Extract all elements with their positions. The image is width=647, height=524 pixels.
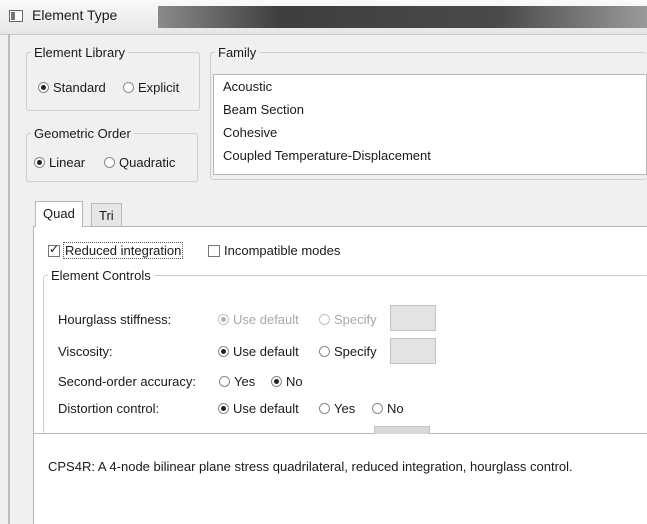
element-library-legend: Element Library (34, 45, 126, 60)
distortion-yes-label: Yes (334, 401, 356, 416)
distortion-yes-radio[interactable]: Yes (319, 401, 355, 416)
hourglass-use-default-radio[interactable]: Use default (218, 312, 299, 327)
second-order-accuracy-label: Second-order accuracy: (58, 374, 197, 389)
window-left-border (8, 34, 10, 524)
distortion-control-label: Distortion control: (58, 401, 160, 416)
element-description: CPS4R: A 4-node bilinear plane stress qu… (48, 459, 573, 474)
hourglass-specify-input[interactable] (390, 305, 436, 331)
radio-explicit-icon (123, 82, 134, 93)
radio-icon (319, 403, 330, 414)
viscosity-specify-radio[interactable]: Specify (319, 344, 377, 359)
geometric-order-legend: Geometric Order (34, 126, 131, 141)
viscosity-use-default-radio[interactable]: Use default (218, 344, 299, 359)
radio-explicit-label: Explicit (138, 80, 180, 95)
checkbox-unchecked-icon (208, 245, 220, 257)
clipped-input (374, 426, 430, 434)
family-legend: Family (218, 45, 257, 60)
tab-quad[interactable]: Quad (35, 201, 83, 227)
title-bar[interactable]: Element Type (0, 0, 647, 35)
tab-tri[interactable]: Tri (91, 203, 122, 227)
second-order-no-radio[interactable]: No (271, 374, 303, 389)
second-order-yes-label: Yes (234, 374, 256, 389)
distortion-no-radio[interactable]: No (372, 401, 404, 416)
hourglass-specify-radio[interactable]: Specify (319, 312, 377, 327)
reduced-integration-label: Reduced integration (62, 242, 184, 259)
radio-quadratic-icon (104, 157, 115, 168)
list-item[interactable]: Acoustic (223, 79, 272, 94)
radio-icon (219, 376, 230, 387)
hourglass-specify-label: Specify (334, 312, 377, 327)
hourglass-stiffness-label: Hourglass stiffness: (58, 312, 172, 327)
list-item[interactable]: Coupled Temperature-Displacement (223, 148, 431, 163)
radio-quadratic-label: Quadratic (119, 155, 176, 170)
viscosity-specify-label: Specify (334, 344, 377, 359)
title-bar-background (158, 6, 647, 28)
list-item[interactable]: Beam Section (223, 102, 304, 117)
radio-icon (218, 314, 229, 325)
family-list[interactable]: Acoustic Beam Section Cohesive Coupled T… (213, 74, 647, 175)
radio-icon (271, 376, 282, 387)
window-icon (9, 10, 23, 22)
element-controls-legend: Element Controls (51, 268, 151, 283)
radio-icon (218, 346, 229, 357)
incompatible-modes-checkbox[interactable]: Incompatible modes (208, 243, 340, 258)
radio-icon (218, 403, 229, 414)
radio-icon (319, 346, 330, 357)
distortion-use-default-radio[interactable]: Use default (218, 401, 299, 416)
radio-standard-label: Standard (53, 80, 106, 95)
radio-linear-label: Linear (49, 155, 86, 170)
radio-standard-icon (38, 82, 49, 93)
checkbox-checked-icon (48, 242, 60, 257)
radio-linear[interactable]: Linear (34, 155, 85, 170)
hourglass-use-default-label: Use default (233, 312, 299, 327)
radio-icon (372, 403, 383, 414)
quad-tab-panel: Reduced integration Incompatible modes E… (33, 226, 647, 434)
geometric-order-group: Geometric Order (26, 126, 198, 182)
description-area (33, 434, 647, 524)
incompatible-modes-label: Incompatible modes (224, 243, 341, 258)
reduced-integration-checkbox[interactable]: Reduced integration (48, 242, 184, 259)
window-title: Element Type (32, 7, 118, 23)
radio-quadratic[interactable]: Quadratic (104, 155, 175, 170)
viscosity-specify-input[interactable] (390, 338, 436, 364)
radio-linear-icon (34, 157, 45, 168)
second-order-yes-radio[interactable]: Yes (219, 374, 255, 389)
radio-icon (319, 314, 330, 325)
element-library-group: Element Library (26, 45, 200, 111)
viscosity-label: Viscosity: (58, 344, 113, 359)
viscosity-use-default-label: Use default (233, 344, 299, 359)
distortion-no-label: No (387, 401, 404, 416)
radio-explicit[interactable]: Explicit (123, 80, 179, 95)
radio-standard[interactable]: Standard (38, 80, 106, 95)
second-order-no-label: No (286, 374, 303, 389)
distortion-use-default-label: Use default (233, 401, 299, 416)
list-item[interactable]: Cohesive (223, 125, 277, 140)
